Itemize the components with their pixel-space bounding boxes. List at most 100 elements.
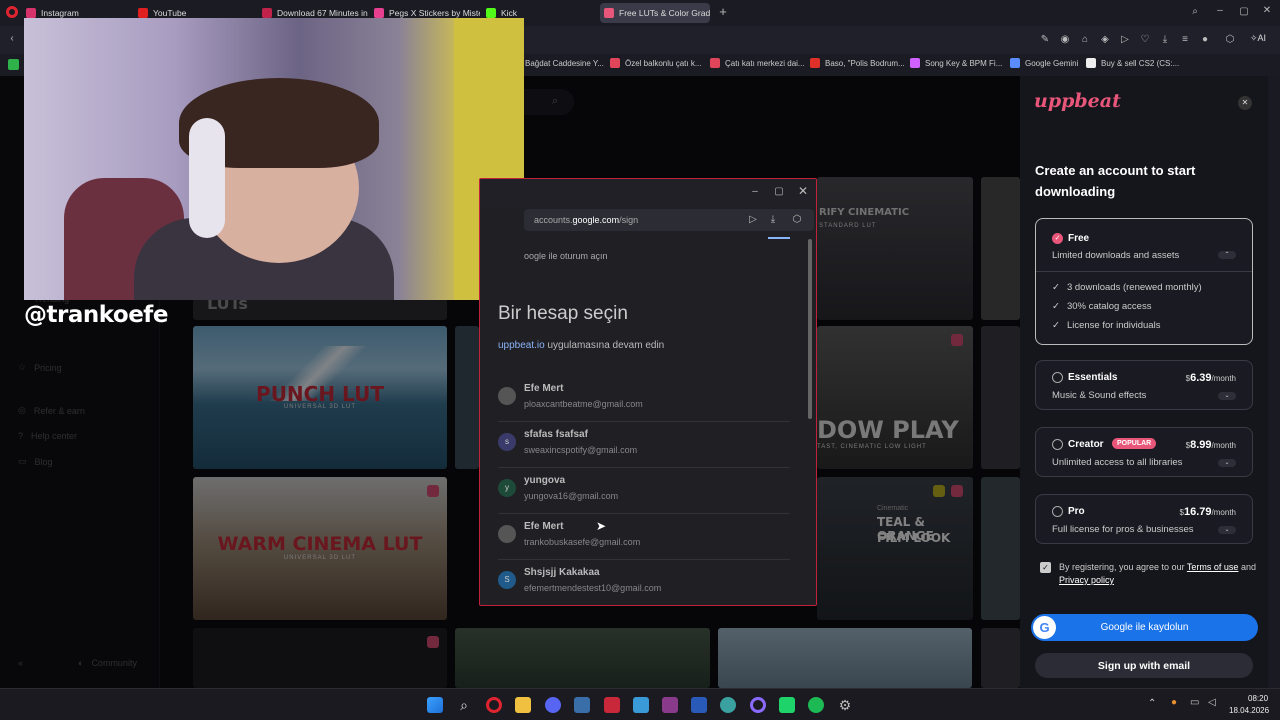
airbnb-icon <box>610 58 620 68</box>
feature-item: ✓ License for individuals <box>1052 320 1161 331</box>
heart-icon[interactable]: ♡ <box>1138 34 1152 46</box>
music-site-icon <box>262 8 272 18</box>
google-signup-button[interactable]: G Google ile kaydolun <box>1031 614 1258 641</box>
new-tab-icon[interactable]: + <box>716 5 730 18</box>
search-tabs-icon[interactable]: ⌕ <box>1188 6 1202 18</box>
terms-text: By registering, you agree to our Terms o… <box>1059 562 1256 585</box>
bookmark-item[interactable]: Bağdat Caddesine Y... <box>510 58 604 68</box>
maximize-icon[interactable]: ▢ <box>772 186 786 198</box>
check-icon: ✓ <box>1052 301 1060 312</box>
profile-icon[interactable]: ● <box>1198 34 1212 46</box>
app-icon[interactable] <box>750 697 766 713</box>
chevron-down-icon[interactable]: ⌄ <box>1218 459 1236 467</box>
chevron-up-icon[interactable]: ⌃ <box>1218 251 1236 259</box>
minimize-icon[interactable]: – <box>1213 5 1227 17</box>
feature-item: ✓ 3 downloads (renewed monthly) <box>1052 282 1202 293</box>
account-item[interactable]: s sfafas fsafsaf sweaxincspotify@gmail.c… <box>498 422 790 468</box>
menu-icon[interactable]: ≡ <box>1178 34 1192 46</box>
maximize-icon[interactable]: ▢ <box>1237 6 1251 18</box>
tab-uppbeat[interactable]: Free LUTs & Color Gradin <box>600 3 710 23</box>
panel-heading: Create an account to start downloading <box>1035 163 1196 199</box>
terms-checkbox[interactable]: ✓ <box>1040 562 1051 573</box>
app-icon[interactable] <box>720 697 736 713</box>
download-icon[interactable]: ⤓ <box>766 214 780 226</box>
chevron-down-icon[interactable]: ⌄ <box>1218 392 1236 400</box>
radio-checked-icon[interactable]: ✓ <box>1052 233 1063 244</box>
windows-start-icon[interactable] <box>427 697 443 713</box>
cube-icon[interactable]: ⬡ <box>1223 34 1237 46</box>
email-signup-button[interactable]: Sign up with email <box>1035 653 1253 678</box>
search-icon[interactable]: ⌕ <box>456 697 472 713</box>
account-item[interactable]: y yungova yungova16@gmail.com <box>498 468 790 514</box>
download-icon[interactable]: ⤓ <box>1158 34 1172 46</box>
avatar <box>498 525 516 543</box>
popup-scrollbar[interactable] <box>808 239 812 419</box>
plan-pro[interactable]: Pro $16.79/month Full license for pros &… <box>1035 494 1253 544</box>
popup-heading: Bir hesap seçin <box>498 303 628 324</box>
tray-chevron-icon[interactable]: ⌃ <box>1148 698 1156 709</box>
plan-free[interactable]: ✓ Free Limited downloads and assets ⌃ ✓ 3… <box>1035 218 1253 345</box>
signup-panel: uppbeat ✕ Create an account to start dow… <box>1020 76 1268 688</box>
plan-creator[interactable]: Creator POPULAR $8.99/month Unlimited ac… <box>1035 427 1253 477</box>
opera-icon[interactable] <box>486 697 502 713</box>
clock-date[interactable]: 18.04.2026 <box>1229 706 1269 715</box>
microphone-icon[interactable]: ● <box>1171 697 1177 708</box>
ai-button[interactable]: ✧AI <box>1250 33 1266 44</box>
page-scrollbar[interactable] <box>1268 76 1280 688</box>
bookmark-item[interactable]: Google Gemini <box>1010 58 1078 68</box>
bookmark-item[interactable]: Baso, "Polis Bodrum... <box>810 58 905 68</box>
headphones <box>189 118 225 238</box>
popup-url-bar[interactable]: accounts.google.com/sign ▷ ⤓ ⬡ <box>524 209 814 231</box>
youtube-icon <box>138 8 148 18</box>
send-icon[interactable]: ▷ <box>746 214 760 226</box>
bookmark-item[interactable]: Song Key & BPM Fi... <box>910 58 1002 68</box>
account-item[interactable]: Efe Mert trankobuskasefe@gmail.com <box>498 514 790 560</box>
opera-logo-icon[interactable] <box>6 6 18 18</box>
close-window-icon[interactable]: ✕ <box>1260 5 1274 17</box>
radio-icon[interactable] <box>1052 506 1063 517</box>
edit-icon[interactable]: ✎ <box>1038 34 1052 46</box>
popular-badge: POPULAR <box>1112 438 1157 449</box>
app-icon[interactable] <box>574 697 590 713</box>
app-icon[interactable] <box>691 697 707 713</box>
settings-icon[interactable]: ⚙ <box>837 697 853 713</box>
bookmark-item[interactable]: Buy & sell CS2 (CS:... <box>1086 58 1179 68</box>
gemini-icon <box>1010 58 1020 68</box>
avatar <box>498 387 516 405</box>
privacy-link[interactable]: Privacy policy <box>1059 575 1114 585</box>
music-key-icon <box>910 58 920 68</box>
plan-price: $6.39/month <box>1185 372 1236 384</box>
check-icon: ✓ <box>1052 282 1060 293</box>
cube-icon[interactable]: ⬡ <box>790 214 804 226</box>
account-item[interactable]: S Shsjsjj Kakakaa efemertmendestest10@gm… <box>498 560 790 605</box>
clock-time[interactable]: 08:20 <box>1248 694 1268 703</box>
chevron-down-icon[interactable]: ⌄ <box>1218 526 1236 534</box>
shield-icon[interactable]: ◈ <box>1098 34 1112 46</box>
app-icon[interactable] <box>779 697 795 713</box>
plan-essentials[interactable]: Essentials $6.39/month Music & Sound eff… <box>1035 360 1253 410</box>
camera-icon[interactable]: ◉ <box>1058 34 1072 46</box>
bookmark-icon[interactable] <box>8 59 19 70</box>
notepad-icon[interactable] <box>633 697 649 713</box>
progress-bar <box>768 237 790 239</box>
valorant-icon[interactable] <box>604 697 620 713</box>
spotify-icon[interactable] <box>808 697 824 713</box>
bookmark-item[interactable]: Çatı katı merkezi dai... <box>710 58 805 68</box>
radio-icon[interactable] <box>1052 439 1063 450</box>
volume-icon[interactable]: ◁ <box>1208 697 1216 708</box>
terms-link[interactable]: Terms of use <box>1187 562 1239 572</box>
winrar-icon[interactable] <box>662 697 678 713</box>
extension-icon[interactable]: ⌂ <box>1078 34 1092 46</box>
discord-icon[interactable] <box>545 697 561 713</box>
bookmark-item[interactable]: Özel balkonlu çatı k... <box>610 58 701 68</box>
close-icon[interactable]: ✕ <box>1238 96 1252 110</box>
display-icon[interactable]: ▭ <box>1190 697 1199 708</box>
account-item[interactable]: Efe Mert ploaxcantbeatme@gmail.com <box>498 376 790 422</box>
tab-label: Free LUTs & Color Gradin <box>619 8 710 18</box>
radio-icon[interactable] <box>1052 372 1063 383</box>
file-explorer-icon[interactable] <box>515 697 531 713</box>
back-icon[interactable]: ‹ <box>5 33 19 45</box>
close-icon[interactable]: ✕ <box>796 185 810 197</box>
play-icon[interactable]: ▷ <box>1118 34 1132 46</box>
minimize-icon[interactable]: – <box>748 186 762 198</box>
